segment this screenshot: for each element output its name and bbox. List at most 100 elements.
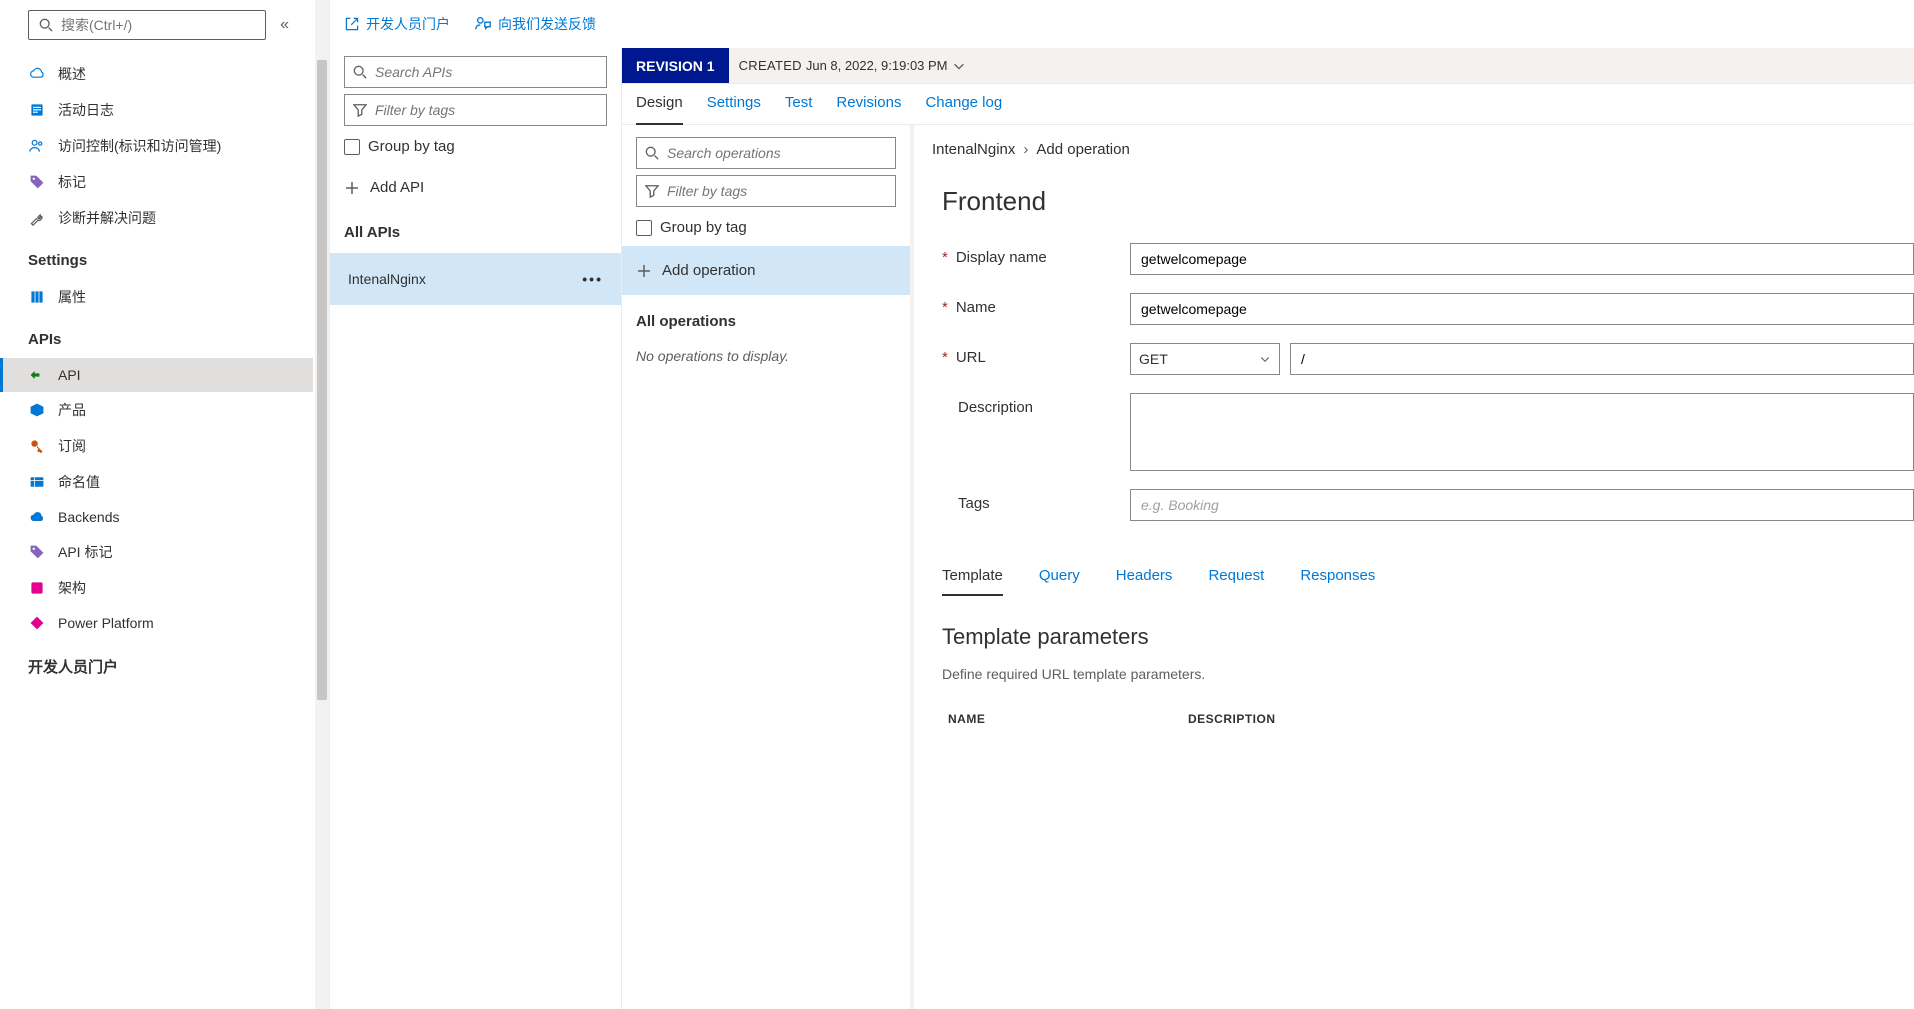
sidebar-scrollbar[interactable] (315, 0, 329, 1009)
sidebar-item-named-values[interactable]: 命名值 (0, 464, 313, 500)
sidebar-item-backends[interactable]: Backends (0, 500, 313, 534)
sidebar-search[interactable] (28, 10, 266, 40)
sidebar-item-label: 命名值 (58, 472, 100, 492)
sidebar-collapse-button[interactable]: « (276, 12, 293, 38)
schema-icon (28, 579, 46, 597)
sidebar-item-overview[interactable]: 概述 (0, 56, 313, 92)
sidebar-item-diagnose[interactable]: 诊断并解决问题 (0, 200, 313, 236)
sidebar-item-tags[interactable]: 标记 (0, 164, 313, 200)
url-path-input[interactable] (1290, 343, 1914, 375)
subtab-responses[interactable]: Responses (1300, 567, 1375, 596)
sidebar-item-label: Power Platform (58, 615, 154, 631)
plus-icon (636, 263, 652, 279)
search-operations-input[interactable] (636, 137, 896, 169)
sidebar-item-activity-log[interactable]: 活动日志 (0, 92, 313, 128)
api-icon (28, 366, 46, 384)
name-label: Name (956, 299, 996, 316)
sidebar-heading-devportal: 开发人员门户 (0, 640, 313, 687)
search-icon (645, 146, 659, 160)
sidebar-item-schemas[interactable]: 架构 (0, 570, 313, 606)
properties-icon (28, 288, 46, 306)
param-subtabs: Template Query Headers Request Responses (942, 539, 1914, 596)
sidebar-item-api-tags[interactable]: API 标记 (0, 534, 313, 570)
detail-panel: IntenalNginx › Add operation Frontend * … (914, 125, 1914, 1009)
tab-settings[interactable]: Settings (707, 94, 761, 124)
all-apis-heading[interactable]: All APIs (330, 210, 621, 253)
resource-sidebar: « 概述 活动日志 访问控制(标识和访问管理) (0, 0, 330, 1009)
subtab-request[interactable]: Request (1208, 567, 1264, 596)
description-input[interactable] (1130, 393, 1914, 471)
api-list-item[interactable]: IntenalNginx ••• (330, 253, 621, 305)
cloud-icon (28, 65, 46, 83)
description-label: Description (958, 399, 1033, 416)
sidebar-scrollbar-thumb[interactable] (317, 60, 327, 700)
subtab-headers[interactable]: Headers (1116, 567, 1173, 596)
revision-badge[interactable]: REVISION 1 (622, 48, 729, 83)
search-icon (37, 16, 55, 34)
tags-input[interactable] (1130, 489, 1914, 521)
add-operation-button[interactable]: Add operation (622, 246, 910, 295)
filter-by-tags-input[interactable] (344, 94, 607, 126)
sidebar-item-label: Backends (58, 509, 119, 525)
sidebar-item-power-platform[interactable]: Power Platform (0, 606, 313, 640)
subtab-template[interactable]: Template (942, 567, 1003, 596)
search-apis-input[interactable] (344, 56, 607, 88)
name-input[interactable] (1130, 293, 1914, 325)
http-method-select[interactable]: GET (1130, 343, 1280, 375)
search-icon (353, 65, 367, 79)
sidebar-item-products[interactable]: 产品 (0, 392, 313, 428)
group-ops-by-tag-checkbox[interactable]: Group by tag (622, 213, 910, 246)
cloud-solid-icon (28, 508, 46, 526)
http-method-value: GET (1139, 351, 1168, 367)
sidebar-item-label: 标记 (58, 172, 86, 192)
filter-ops-by-tags-input[interactable] (636, 175, 896, 207)
url-label: URL (956, 349, 986, 366)
sidebar-item-label: 架构 (58, 578, 86, 598)
sidebar-item-label: API 标记 (58, 542, 112, 562)
sidebar-item-label: 订阅 (58, 436, 86, 456)
sidebar-item-label: API (58, 367, 81, 383)
breadcrumb-root[interactable]: IntenalNginx (932, 141, 1015, 158)
revision-created[interactable]: CREATED Jun 8, 2022, 9:19:03 PM (729, 48, 976, 83)
no-operations-text: No operations to display. (622, 342, 910, 370)
breadcrumb-separator: › (1023, 141, 1028, 158)
power-platform-icon (28, 614, 46, 632)
add-api-button[interactable]: Add API (330, 165, 621, 210)
sidebar-item-label: 属性 (58, 287, 86, 307)
people-icon (28, 137, 46, 155)
feedback-icon (474, 15, 492, 33)
col-name: NAME (948, 712, 1008, 726)
sidebar-item-subscriptions[interactable]: 订阅 (0, 428, 313, 464)
display-name-label: Display name (956, 249, 1047, 266)
tag-icon (28, 173, 46, 191)
template-params-table-header: NAME DESCRIPTION (942, 706, 1914, 732)
sidebar-item-label: 活动日志 (58, 100, 114, 120)
api-tabs: Design Settings Test Revisions Change lo… (622, 84, 1914, 125)
sidebar-item-api[interactable]: API (0, 358, 313, 392)
checkbox-icon (636, 220, 652, 236)
sidebar-item-iam[interactable]: 访问控制(标识和访问管理) (0, 128, 313, 164)
tab-change-log[interactable]: Change log (925, 94, 1002, 124)
tab-design[interactable]: Design (636, 94, 683, 125)
apis-panel: Group by tag Add API All APIs IntenalNgi… (330, 48, 622, 1009)
filter-icon (645, 184, 659, 198)
developer-portal-link[interactable]: 开发人员门户 (344, 14, 450, 34)
sidebar-search-input[interactable] (61, 17, 257, 33)
tab-revisions[interactable]: Revisions (836, 94, 901, 124)
send-feedback-link[interactable]: 向我们发送反馈 (474, 14, 596, 34)
tab-test[interactable]: Test (785, 94, 813, 124)
api-list-item-label: IntenalNginx (348, 271, 426, 287)
all-operations-heading[interactable]: All operations (622, 295, 910, 342)
group-by-tag-checkbox[interactable]: Group by tag (330, 132, 621, 165)
breadcrumb: IntenalNginx › Add operation (914, 125, 1914, 166)
wrench-icon (28, 209, 46, 227)
required-indicator: * (942, 350, 948, 365)
more-actions-button[interactable]: ••• (582, 271, 603, 287)
subtab-query[interactable]: Query (1039, 567, 1080, 596)
template-params-help: Define required URL template parameters. (942, 666, 1914, 682)
sidebar-item-properties[interactable]: 属性 (0, 279, 313, 315)
external-link-icon (344, 16, 360, 32)
command-bar: 开发人员门户 向我们发送反馈 (330, 0, 1914, 48)
frontend-title: Frontend (942, 186, 1914, 217)
display-name-input[interactable] (1130, 243, 1914, 275)
